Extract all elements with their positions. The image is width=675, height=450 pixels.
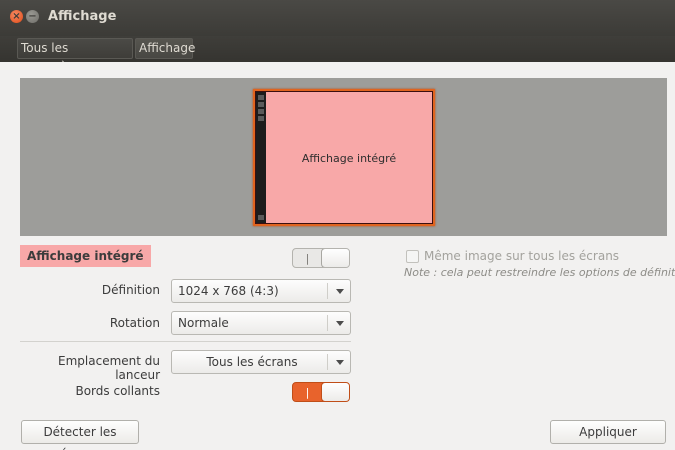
- chevron-down-icon: [336, 360, 344, 365]
- title-bar: × − Affichage: [0, 0, 675, 36]
- switch-knob: [321, 249, 349, 267]
- launcher-placement-label: Emplacement du lanceur: [58, 354, 160, 382]
- monitor-arrangement-area: Affichage intégré: [20, 78, 667, 236]
- launcher-placement-dropdown[interactable]: Tous les écrans: [171, 350, 351, 374]
- launcher-placement-value: Tous les écrans: [206, 355, 298, 369]
- rotation-dropdown[interactable]: Normale: [171, 311, 351, 335]
- window-title: Affichage: [48, 9, 117, 24]
- sticky-edges-label: Bords collants: [75, 384, 160, 398]
- rotation-label: Rotation: [109, 316, 160, 330]
- chevron-down-icon: [336, 289, 344, 294]
- rotation-value: Normale: [178, 316, 229, 330]
- mirror-displays-checkbox[interactable]: [406, 250, 419, 263]
- display-power-switch[interactable]: |: [292, 248, 350, 268]
- definition-value: 1024 x 768 (4:3): [178, 284, 279, 298]
- minimize-window-button[interactable]: −: [26, 10, 39, 23]
- detect-displays-button[interactable]: Détecter les écrans: [21, 420, 139, 450]
- breadcrumb: Tous les paramètres Affichage: [0, 36, 675, 74]
- monitor-name-label: Affichage intégré: [301, 152, 397, 165]
- mirror-displays-label: Même image sur tous les écrans: [424, 249, 620, 263]
- definition-label: Définition: [101, 283, 160, 297]
- display-settings-panel: Affichage intégré Affichage intégré | Mê…: [0, 62, 675, 450]
- chevron-down-icon: [336, 321, 344, 326]
- switch-on-indicator: |: [305, 385, 310, 399]
- breadcrumb-display-button[interactable]: Affichage: [135, 38, 195, 59]
- switch-knob: [321, 383, 349, 401]
- mirror-note: Note : cela peut restreindre les options…: [404, 266, 675, 279]
- sticky-edges-switch[interactable]: |: [292, 382, 350, 402]
- monitor-preview[interactable]: Affichage intégré: [253, 89, 435, 226]
- breadcrumb-all-settings-button[interactable]: Tous les paramètres: [17, 38, 133, 74]
- selected-display-name: Affichage intégré: [20, 245, 151, 267]
- definition-dropdown[interactable]: 1024 x 768 (4:3): [171, 279, 351, 303]
- apply-button[interactable]: Appliquer: [550, 420, 666, 444]
- switch-on-indicator: |: [305, 251, 310, 265]
- section-divider: [20, 341, 351, 342]
- close-window-button[interactable]: ×: [10, 10, 23, 23]
- monitor-screen: Affichage intégré: [255, 91, 433, 224]
